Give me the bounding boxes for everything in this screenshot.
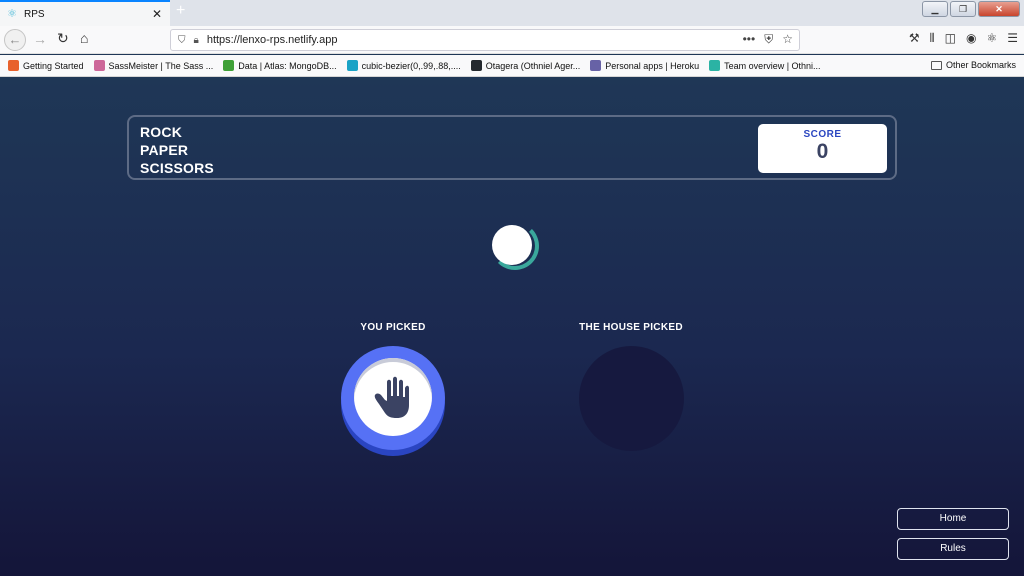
- page-actions-icon[interactable]: •••: [743, 32, 756, 47]
- firefox-icon: [8, 60, 19, 71]
- library-icon[interactable]: ⫴: [930, 31, 935, 46]
- bookmark-item[interactable]: Data | Atlas: MongoDB...: [223, 60, 337, 71]
- bookmark-item[interactable]: cubic-bezier(0,.99,.88,....: [346, 60, 461, 71]
- home-icon[interactable]: ⌂: [80, 30, 88, 46]
- score-value: 0: [816, 140, 829, 163]
- shield-icon[interactable]: ⛉: [178, 35, 186, 46]
- game-page: ROCK PAPER SCISSORS SCORE 0 YOU PICKED T…: [0, 78, 1024, 576]
- you-picked-label: YOU PICKED: [360, 322, 426, 333]
- bookmark-item[interactable]: SassMeister | The Sass ...: [93, 60, 213, 71]
- rules-button[interactable]: Rules: [897, 538, 1009, 560]
- pocket-icon[interactable]: ⛨: [764, 32, 773, 47]
- bookmarks-bar: Getting Started SassMeister | The Sass .…: [0, 55, 1024, 77]
- score-box: SCORE 0: [758, 124, 887, 173]
- house-choice-placeholder: [579, 346, 684, 451]
- heroku-icon: [590, 60, 602, 71]
- minimize-icon[interactable]: ▁: [922, 1, 948, 17]
- browser-tab[interactable]: ⚛ RPS ✕: [0, 0, 170, 26]
- cubic-bezier-icon: [346, 60, 358, 71]
- sassmeister-icon: [93, 60, 105, 71]
- account-icon[interactable]: ◉: [966, 31, 976, 46]
- browser-navbar: ← → ↻ ⌂ ⛉ 🔒︎ https://lenxo-rps.netlify.a…: [0, 26, 1024, 54]
- loading-spinner-dot: [492, 225, 532, 265]
- home-button[interactable]: Home: [897, 508, 1009, 530]
- score-label: SCORE: [803, 129, 842, 140]
- react-devtools-icon[interactable]: ⚛: [986, 31, 997, 46]
- back-arrow-icon[interactable]: ←: [4, 29, 26, 51]
- react-icon: ⚛: [7, 8, 17, 20]
- bookmark-item[interactable]: Otagera (Othniel Ager...: [470, 60, 580, 71]
- diamond-icon: [709, 60, 721, 71]
- folder-icon: [930, 60, 942, 70]
- menu-icon[interactable]: ☰: [1007, 31, 1018, 46]
- sidebar-icon[interactable]: ◫: [945, 31, 956, 46]
- bookmark-item[interactable]: Personal apps | Heroku: [590, 60, 699, 71]
- other-bookmarks[interactable]: Other Bookmarks: [930, 60, 1016, 70]
- restore-icon[interactable]: ❐: [950, 1, 976, 17]
- tab-close-icon[interactable]: ✕: [152, 7, 162, 21]
- forward-arrow-icon[interactable]: →: [33, 31, 47, 47]
- browser-titlebar: ⚛ RPS ✕ + ▁ ❐ ✕: [0, 0, 1024, 26]
- lock-icon[interactable]: 🔒︎: [194, 35, 199, 46]
- github-icon: [470, 60, 482, 71]
- window-controls: ▁ ❐ ✕: [922, 1, 1020, 17]
- bookmark-item[interactable]: Team overview | Othni...: [709, 60, 821, 71]
- user-choice-chip: [341, 346, 445, 450]
- tab-title: RPS: [24, 8, 45, 20]
- toolbar-right: ⚒ ⫴ ◫ ◉ ⚛ ☰: [909, 31, 1018, 46]
- hand-paper-icon: [374, 376, 409, 418]
- house-picked-label: THE HOUSE PICKED: [579, 322, 683, 333]
- game-logo: ROCK PAPER SCISSORS: [140, 124, 214, 176]
- new-tab-icon[interactable]: +: [176, 2, 185, 20]
- reload-icon[interactable]: ↻: [57, 30, 69, 47]
- wrench-icon[interactable]: ⚒: [909, 31, 920, 46]
- window-close-icon[interactable]: ✕: [978, 1, 1020, 17]
- game-header: ROCK PAPER SCISSORS SCORE 0: [127, 115, 897, 180]
- url-bar[interactable]: ⛉ 🔒︎ https://lenxo-rps.netlify.app ••• ⛨…: [170, 29, 800, 51]
- bookmark-item[interactable]: Getting Started: [8, 60, 84, 71]
- url-text[interactable]: https://lenxo-rps.netlify.app: [207, 34, 338, 46]
- bookmark-star-icon[interactable]: ☆: [782, 32, 793, 47]
- mongodb-leaf-icon: [223, 60, 235, 71]
